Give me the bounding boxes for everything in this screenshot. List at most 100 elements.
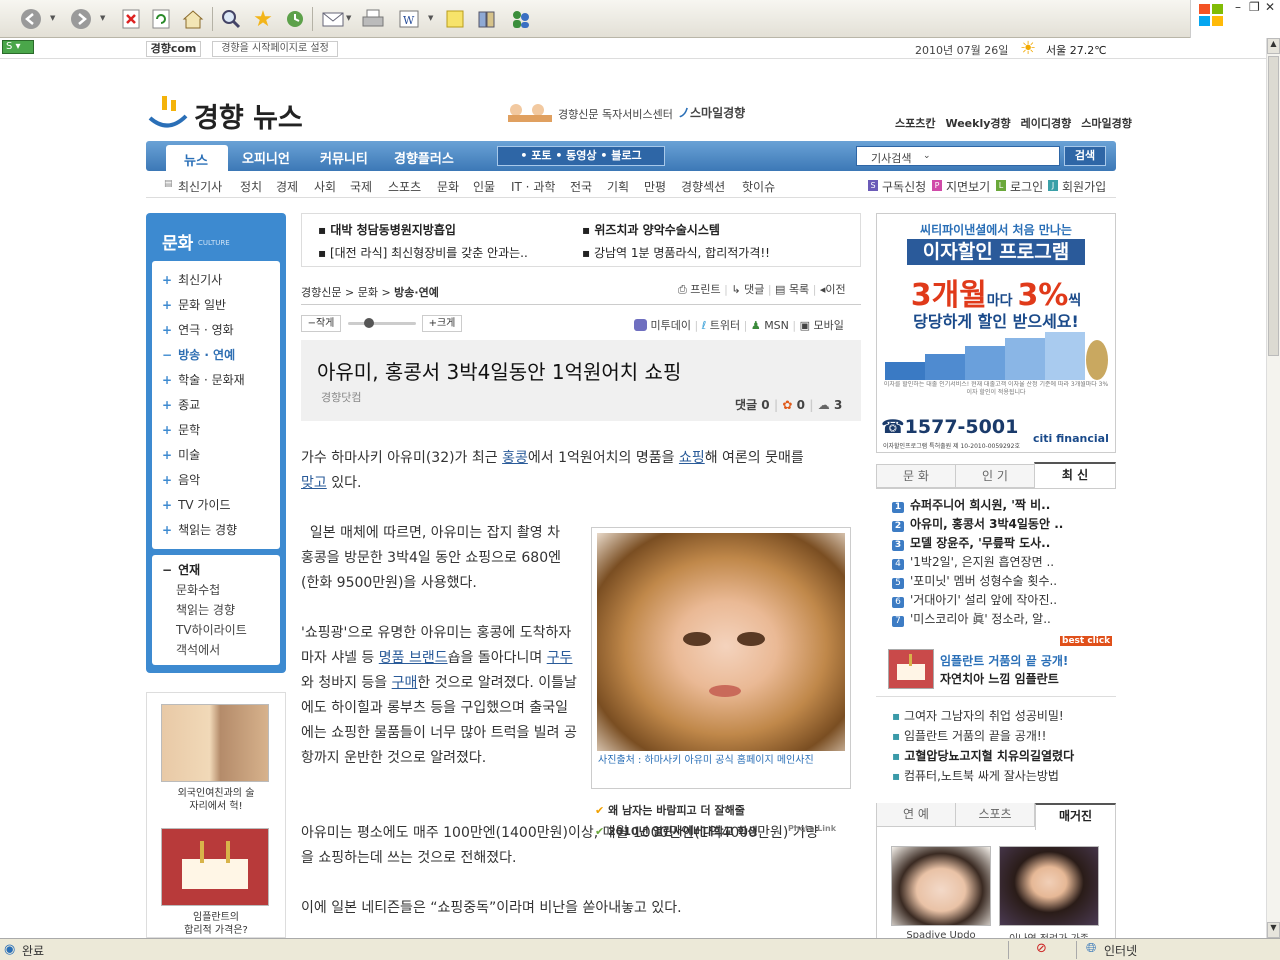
news-item[interactable]: 4 '1박2일', 은지원 흡연장면 .. <box>892 553 1054 570</box>
ad-caption-friends[interactable]: 외국인여친과의 술 자리에서 헉! <box>147 787 285 813</box>
addon-icon[interactable]: S ▾ <box>2 40 34 54</box>
tab-magazine[interactable]: 매거진 <box>1035 803 1116 830</box>
font-size-slider[interactable] <box>348 318 416 328</box>
notes-icon[interactable] <box>442 6 468 32</box>
share-count[interactable]: ☁ 3 <box>818 398 843 412</box>
news-item[interactable]: 1 슈퍼주니어 희시원, '짝 비.. <box>892 496 1050 513</box>
research-icon[interactable] <box>474 6 500 32</box>
share-metoday[interactable]: 미투데이 <box>634 319 691 332</box>
breadcrumb-item[interactable]: 경향신문 <box>301 286 341 299</box>
messenger-icon[interactable] <box>508 6 534 32</box>
subnav-culture[interactable]: 문화 <box>437 178 459 195</box>
search-icon[interactable] <box>218 6 244 32</box>
keyword-link[interactable]: 쇼핑 <box>679 450 705 466</box>
keyword-link[interactable]: 맞고 <box>301 475 327 491</box>
family-link-lady[interactable]: 레이디경향 <box>1021 117 1072 130</box>
family-link-sportskhan[interactable]: 스포츠칸 <box>895 117 935 130</box>
series-item[interactable]: 책읽는 경향 <box>176 601 235 618</box>
list-button[interactable]: ▤ 목록 <box>775 283 809 296</box>
util-login[interactable]: 로그인 <box>1010 178 1043 195</box>
tab-latest[interactable]: 최 신 <box>1034 462 1116 489</box>
best-click-subtitle[interactable]: 자연치아 느낌 임플란트 <box>940 670 1059 687</box>
recommend-count[interactable]: ✿ 0 <box>782 398 805 412</box>
util-paper[interactable]: 지면보기 <box>946 178 990 195</box>
print-button[interactable]: ⎙ 프린트 <box>678 283 721 296</box>
family-link-smile[interactable]: 스마일경향 <box>1081 117 1132 130</box>
comment-button[interactable]: ↳ 댓글 <box>731 283 764 296</box>
ad-caption-implant[interactable]: 임플란트의 합리적 가격은? <box>147 911 285 937</box>
minimize-icon[interactable]: – <box>1235 0 1241 14</box>
subnav-sports[interactable]: 스포츠 <box>388 178 421 195</box>
font-larger-button[interactable]: +크게 <box>422 315 462 332</box>
breadcrumb-item[interactable]: 문화 <box>358 286 378 299</box>
series-item[interactable]: 문화수첩 <box>176 581 220 598</box>
promo-link[interactable]: ▪ 위즈치과 양악수술시스템 <box>582 221 720 238</box>
subnav-section[interactable]: 경향섹션 <box>681 178 725 195</box>
forward-icon[interactable] <box>68 6 94 32</box>
menu-item-film[interactable]: + 연극 · 영화 <box>162 321 234 338</box>
close-icon[interactable]: ✕ <box>1265 0 1275 14</box>
breadcrumb-current[interactable]: 방송·연예 <box>394 286 439 299</box>
favorites-icon[interactable]: ★ <box>250 6 276 32</box>
share-twitter[interactable]: ℓ 트위터 <box>702 319 740 332</box>
series-item[interactable]: TV하이라이트 <box>176 621 247 638</box>
ad-link[interactable]: ▪ 컴퓨터,노트북 싸게 잘사는방법 <box>892 767 1059 784</box>
media-links[interactable]: • 포토 • 동영상 • 블로그 <box>497 146 665 166</box>
stop-icon[interactable] <box>118 6 144 32</box>
print-icon[interactable] <box>360 6 386 32</box>
tab-sports[interactable]: 스포츠 <box>955 803 1035 827</box>
photo-link[interactable]: ✔ 왜 남자는 바람피고 더 잘해줄 <box>595 802 745 818</box>
promo-link[interactable]: ▪ [대전 라식] 최신형장비를 갖춘 안과는.. <box>318 244 528 261</box>
edit-icon[interactable]: W <box>396 6 422 32</box>
news-item[interactable]: 6 '거대아기' 설리 앞에 작아진.. <box>892 591 1057 608</box>
tab-popular[interactable]: 인 기 <box>955 464 1035 488</box>
forward-dropdown-icon[interactable]: ▼ <box>100 14 105 22</box>
edit-dropdown-icon[interactable]: ▼ <box>428 14 433 22</box>
back-dropdown-icon[interactable]: ▼ <box>50 14 55 22</box>
back-icon[interactable] <box>18 6 44 32</box>
slider-thumb[interactable] <box>364 318 374 328</box>
menu-item-latest[interactable]: + 최신기사 <box>162 271 222 288</box>
subnav-planning[interactable]: 기획 <box>607 178 629 195</box>
vertical-scrollbar[interactable]: ▲ ▼ <box>1266 38 1280 938</box>
keyword-link[interactable]: 홍콩 <box>502 450 528 466</box>
magazine-thumb[interactable] <box>891 846 991 926</box>
news-item[interactable]: 5 '포미닛' 멤버 성형수술 횟수.. <box>892 572 1057 589</box>
history-icon[interactable] <box>282 6 308 32</box>
menu-item-tv-guide[interactable]: + TV 가이드 <box>162 496 231 513</box>
keyword-link[interactable]: 구두 <box>547 650 573 666</box>
scroll-up-icon[interactable]: ▲ <box>1267 38 1280 54</box>
nav-news[interactable]: 뉴스 <box>184 150 208 169</box>
keyword-link[interactable]: 구매 <box>392 675 418 691</box>
comments-count[interactable]: 댓글 0 <box>735 398 770 412</box>
refresh-icon[interactable] <box>148 6 174 32</box>
search-select[interactable]: 기사검색 <box>871 150 911 166</box>
subnav-economy[interactable]: 경제 <box>276 178 298 195</box>
article-photo[interactable] <box>597 533 845 751</box>
restore-icon[interactable]: ❐ <box>1249 0 1260 14</box>
ad-link[interactable]: ▪ 고혈압당뇨고지혈 치유의길열렸다 <box>892 747 1074 764</box>
util-join[interactable]: 회원가입 <box>1062 178 1106 195</box>
share-mobile[interactable]: ▣ 모바일 <box>800 319 844 332</box>
scroll-thumb[interactable] <box>1268 56 1279 356</box>
share-msn[interactable]: ♟ MSN <box>751 319 789 332</box>
mail-dropdown-icon[interactable]: ▼ <box>346 14 351 22</box>
site-logo-small[interactable]: 경향com <box>146 41 201 57</box>
chevron-down-icon[interactable]: ⌄ <box>923 151 931 161</box>
subnav-cartoon[interactable]: 만평 <box>644 178 666 195</box>
keyword-link[interactable]: 명품 브랜드 <box>379 650 448 666</box>
subnav-people[interactable]: 인물 <box>473 178 495 195</box>
subnav-nation[interactable]: 전국 <box>570 178 592 195</box>
menu-item-art[interactable]: + 미술 <box>162 446 200 463</box>
menu-item-music[interactable]: + 음악 <box>162 471 200 488</box>
subnav-politics[interactable]: 정치 <box>240 178 262 195</box>
search-input[interactable]: 기사검색 ⌄ <box>856 146 1060 166</box>
tab-culture[interactable]: 문 화 <box>876 464 956 488</box>
ad-thumb-friends[interactable] <box>161 704 269 782</box>
util-subscribe[interactable]: 구독신청 <box>882 178 926 195</box>
search-button[interactable]: 검색 <box>1064 146 1106 166</box>
menu-item-general[interactable]: + 문화 일반 <box>162 296 226 313</box>
subnav-it-science[interactable]: IT · 과학 <box>511 178 555 195</box>
tab-entertainment[interactable]: 연 예 <box>876 803 956 827</box>
smile-link[interactable]: ノ스마일경향 <box>678 104 745 121</box>
